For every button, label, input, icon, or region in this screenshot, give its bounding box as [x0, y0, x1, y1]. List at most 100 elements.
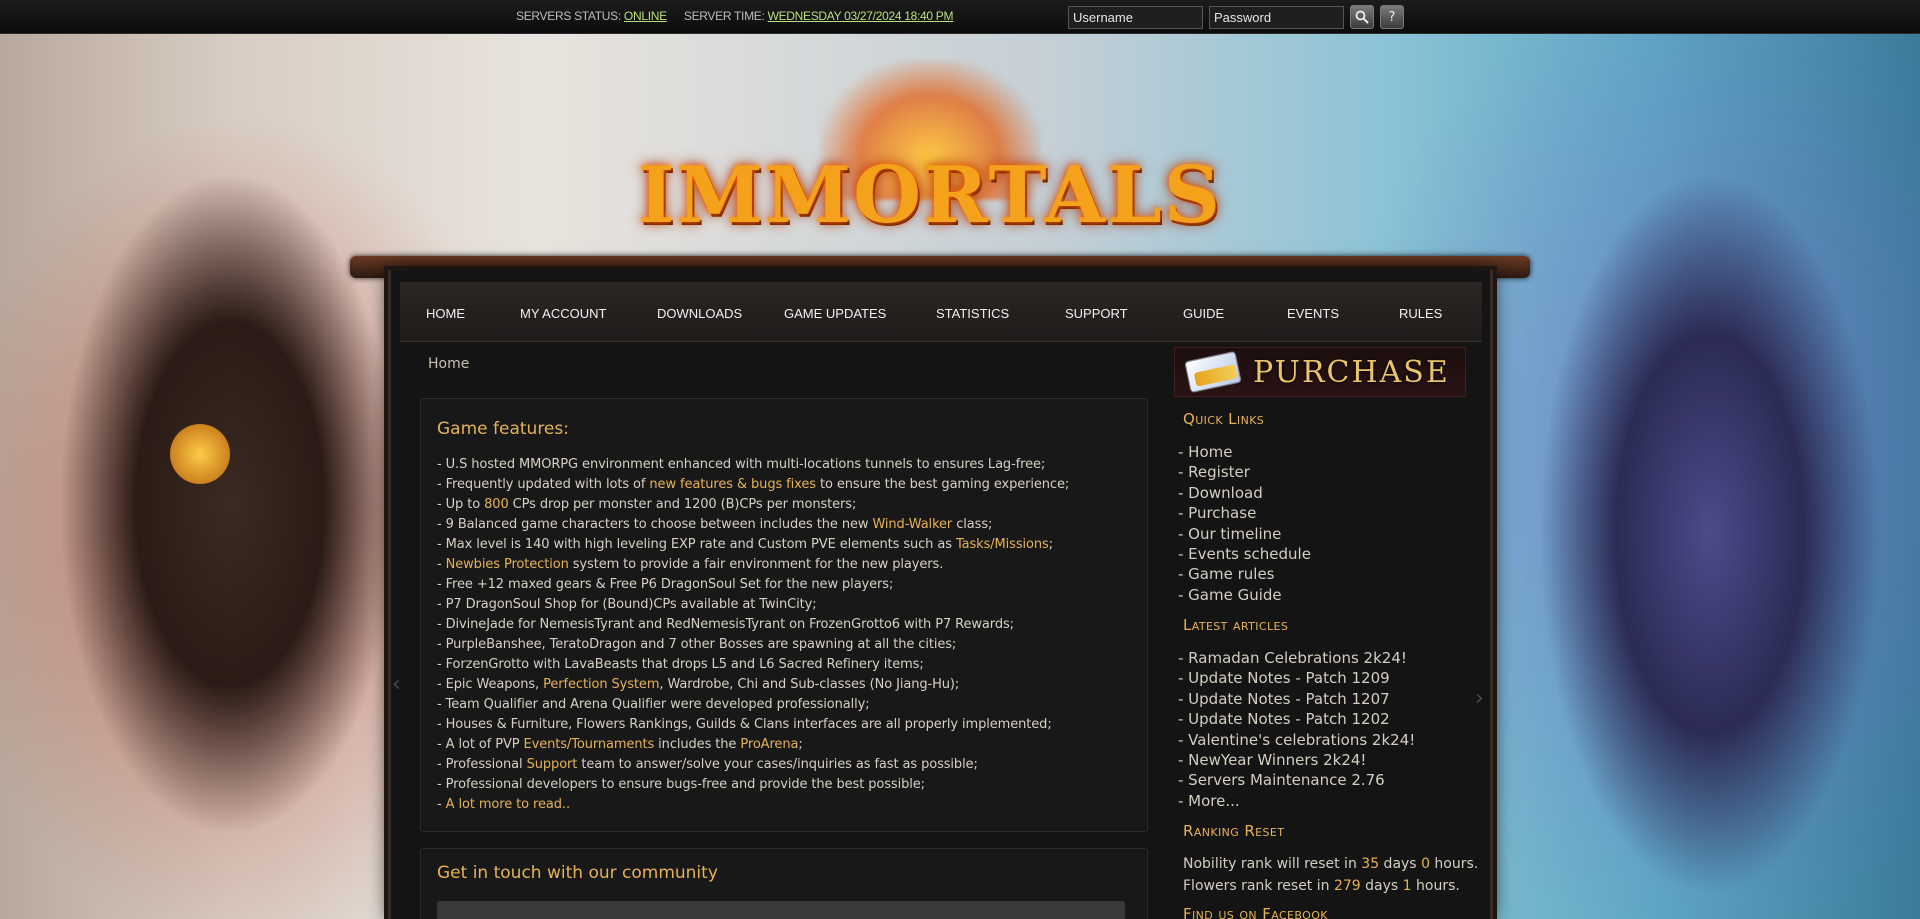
community-panel: Get in touch with our community — [420, 848, 1148, 919]
feature-text: includes the — [654, 737, 741, 752]
feature-text: team to answer/solve your cases/inquirie… — [577, 757, 978, 772]
quick-link-home[interactable]: - Home — [1178, 442, 1311, 462]
nav-rules[interactable]: RULES — [1399, 306, 1442, 321]
feature-text: ; — [798, 737, 803, 752]
community-widget[interactable] — [437, 901, 1125, 919]
server-time-value[interactable]: WEDNESDAY 03/27/2024 18:40 PM — [768, 9, 954, 23]
nav-game-updates[interactable]: GAME UPDATES — [784, 306, 886, 321]
feature-link[interactable]: Perfection System — [543, 677, 659, 692]
feature-text: - — [437, 557, 446, 572]
nav-my-account[interactable]: MY ACCOUNT — [520, 306, 606, 321]
latest-articles-title: Latest articles — [1183, 616, 1289, 634]
feature-text: - Professional developers to ensure bugs… — [437, 777, 925, 792]
feature-item: - A lot more to read.. — [437, 795, 1069, 815]
site-logo[interactable]: IMMORTALS — [638, 60, 1220, 260]
feature-item: - 9 Balanced game characters to choose b… — [437, 515, 1069, 535]
feature-item: - A lot of PVP Events/Tournaments includ… — [437, 735, 1069, 755]
nav-statistics[interactable]: STATISTICS — [936, 306, 1009, 321]
article-link[interactable]: - Servers Maintenance 2.76 — [1178, 770, 1415, 790]
feature-text: - Max level is 140 with high leveling EX… — [437, 537, 956, 552]
features-list: - U.S hosted MMORPG environment enhanced… — [437, 455, 1069, 815]
feature-link[interactable]: 800 — [484, 497, 509, 512]
feature-text: - Up to — [437, 497, 485, 512]
status-value[interactable]: ONLINE — [624, 9, 667, 23]
feature-text: - U.S hosted MMORPG environment enhanced… — [437, 457, 1046, 472]
password-input[interactable] — [1209, 5, 1344, 29]
breadcrumb[interactable]: Home — [428, 356, 469, 372]
feature-item: - Professional Support team to answer/so… — [437, 755, 1069, 775]
feature-text: - Professional — [437, 757, 527, 772]
latest-articles-list: - Ramadan Celebrations 2k24! - Update No… — [1178, 648, 1415, 811]
warrior-left-art — [0, 84, 420, 919]
feature-item: - P7 DragonSoul Shop for (Bound)CPs avai… — [437, 595, 1069, 615]
feature-link[interactable]: A lot more to read.. — [446, 797, 570, 812]
flowers-pre: Flowers rank reset in — [1183, 878, 1334, 894]
article-link[interactable]: - NewYear Winners 2k24! — [1178, 750, 1415, 770]
feature-link[interactable]: Support — [527, 757, 578, 772]
feature-link[interactable]: Tasks/Missions — [956, 537, 1049, 552]
feature-link[interactable]: Newbies Protection — [446, 557, 569, 572]
feature-item: - Houses & Furniture, Flowers Rankings, … — [437, 715, 1069, 735]
quick-link-guide[interactable]: - Game Guide — [1178, 585, 1311, 605]
credit-card-icon — [1184, 350, 1242, 394]
search-icon — [1355, 10, 1369, 24]
feature-item: - Frequently updated with lots of new fe… — [437, 475, 1069, 495]
article-link[interactable]: - Ramadan Celebrations 2k24! — [1178, 648, 1415, 668]
article-link[interactable]: - Update Notes - Patch 1209 — [1178, 668, 1415, 688]
question-icon: ? — [1388, 9, 1396, 25]
nobility-post: hours. — [1429, 856, 1479, 872]
username-input[interactable] — [1068, 5, 1203, 29]
nav-support[interactable]: SUPPORT — [1065, 306, 1128, 321]
quick-link-download[interactable]: - Download — [1178, 483, 1311, 503]
feature-link[interactable]: new features & bugs fixes — [649, 477, 816, 492]
nav-events[interactable]: EVENTS — [1287, 306, 1339, 321]
feature-text: - Free +12 maxed gears & Free P6 DragonS… — [437, 577, 894, 592]
status-label: SERVERS STATUS: — [516, 9, 621, 23]
feature-text: - — [437, 797, 446, 812]
server-status: SERVERS STATUS: ONLINE SERVER TIME: WEDN… — [516, 9, 967, 23]
purchase-label: PURCHASE — [1253, 354, 1450, 390]
feature-item: - PurpleBanshee, TeratoDragon and 7 othe… — [437, 635, 1069, 655]
more-articles-link[interactable]: - More... — [1178, 791, 1415, 811]
slider-left-arrow[interactable]: ‹ — [392, 672, 401, 697]
quick-link-timeline[interactable]: - Our timeline — [1178, 524, 1311, 544]
feature-text: CPs drop per monster and 1200 (B)CPs per… — [508, 497, 857, 512]
nobility-hours: 0 — [1421, 856, 1430, 872]
feature-item: - ForzenGrotto with LavaBeasts that drop… — [437, 655, 1069, 675]
quick-link-rules[interactable]: - Game rules — [1178, 564, 1311, 584]
feature-link[interactable]: ProArena — [740, 737, 798, 752]
feature-text: - PurpleBanshee, TeratoDragon and 7 othe… — [437, 637, 957, 652]
feature-item: - Epic Weapons, Perfection System, Wardr… — [437, 675, 1069, 695]
feature-link[interactable]: Wind-Walker — [872, 517, 952, 532]
article-link[interactable]: - Valentine's celebrations 2k24! — [1178, 730, 1415, 750]
quick-link-register[interactable]: - Register — [1178, 462, 1311, 482]
feature-text: - 9 Balanced game characters to choose b… — [437, 517, 873, 532]
nav-home[interactable]: HOME — [426, 306, 465, 321]
quick-link-purchase[interactable]: - Purchase — [1178, 503, 1311, 523]
login-form: ? — [1068, 5, 1404, 29]
feature-link[interactable]: Events/Tournaments — [524, 737, 655, 752]
feature-text: to ensure the best gaming experience; — [815, 477, 1070, 492]
feature-text: - P7 DragonSoul Shop for (Bound)CPs avai… — [437, 597, 817, 612]
feature-text: - DivineJade for NemesisTyrant and RedNe… — [437, 617, 1014, 632]
quick-link-events[interactable]: - Events schedule — [1178, 544, 1311, 564]
help-button[interactable]: ? — [1380, 5, 1404, 29]
nav-guide[interactable]: GUIDE — [1183, 306, 1224, 321]
feature-item: - Free +12 maxed gears & Free P6 DragonS… — [437, 575, 1069, 595]
main-nav: HOME MY ACCOUNT DOWNLOADS GAME UPDATES S… — [400, 282, 1482, 342]
nobility-reset-text: Nobility rank will reset in 35 days 0 ho… — [1183, 853, 1478, 875]
nobility-days: 35 — [1361, 856, 1380, 872]
flowers-post: hours. — [1411, 878, 1460, 894]
quick-links-title: Quick Links — [1183, 410, 1265, 428]
feature-item: - Newbies Protection system to provide a… — [437, 555, 1069, 575]
slider-right-arrow[interactable]: › — [1475, 686, 1484, 711]
flowers-days: 279 — [1333, 878, 1361, 894]
article-link[interactable]: - Update Notes - Patch 1207 — [1178, 689, 1415, 709]
login-button[interactable] — [1350, 5, 1374, 29]
purchase-banner[interactable]: PURCHASE — [1174, 347, 1466, 397]
article-link[interactable]: - Update Notes - Patch 1202 — [1178, 709, 1415, 729]
feature-item: - Up to 800 CPs drop per monster and 120… — [437, 495, 1069, 515]
nav-downloads[interactable]: DOWNLOADS — [657, 306, 742, 321]
feature-text: - A lot of PVP — [437, 737, 524, 752]
community-title: Get in touch with our community — [437, 863, 718, 883]
